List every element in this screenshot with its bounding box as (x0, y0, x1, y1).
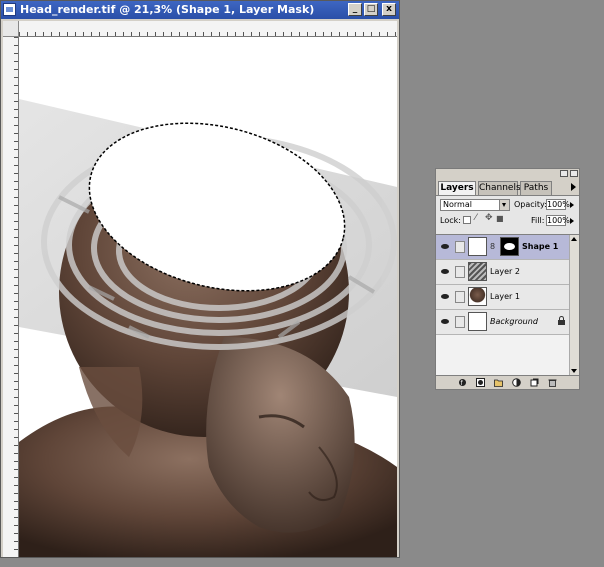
layer-name: Layer 1 (490, 292, 520, 301)
vertical-ruler[interactable] (3, 37, 19, 557)
add-mask-icon[interactable] (476, 378, 485, 387)
fill-label: Fill: (531, 216, 545, 225)
layer-name: Shape 1 (522, 242, 559, 251)
layer-thumbnail (468, 312, 487, 331)
blend-mode-select[interactable]: Normal (440, 199, 510, 211)
layer-mask-thumbnail[interactable] (500, 237, 519, 256)
layer-row-shape-1[interactable]: 8 Shape 1 (436, 235, 569, 260)
layer-row-background[interactable]: Background (436, 310, 569, 335)
minimize-button[interactable]: _ (348, 3, 362, 16)
palette-bottom-bar: f (436, 375, 579, 389)
tab-layers[interactable]: Layers (438, 181, 476, 196)
eye-icon[interactable] (439, 241, 451, 253)
layer-name: Layer 2 (490, 267, 520, 276)
new-set-icon[interactable] (494, 378, 503, 387)
chain-link-icon[interactable]: 8 (490, 242, 495, 251)
image-canvas[interactable] (19, 37, 397, 557)
new-layer-icon[interactable] (530, 378, 539, 387)
horizontal-ruler[interactable] (19, 21, 397, 37)
tab-channels[interactable]: Channels (478, 181, 521, 195)
ruler-origin[interactable] (3, 21, 19, 37)
document-title: Head_render.tif @ 21,3% (Shape 1, Layer … (20, 3, 315, 16)
lock-icon (558, 316, 565, 325)
document-titlebar[interactable]: Head_render.tif @ 21,3% (Shape 1, Layer … (1, 1, 399, 19)
palette-tabs: Layers Channels Paths (438, 181, 577, 196)
document-window: Head_render.tif @ 21,3% (Shape 1, Layer … (0, 0, 400, 558)
scroll-down-icon[interactable] (571, 369, 577, 373)
palette-titlebar[interactable] (436, 169, 579, 179)
opacity-label: Opacity: (514, 200, 547, 209)
layer-row-layer-1[interactable]: Layer 1 (436, 285, 569, 310)
blend-mode-value: Normal (443, 200, 472, 209)
palette-close-button[interactable] (570, 170, 578, 177)
layers-palette: Layers Channels Paths Normal Opacity: 10… (435, 168, 580, 390)
scroll-up-icon[interactable] (571, 237, 577, 241)
layer-name: Background (490, 317, 538, 326)
layer-link-box[interactable] (455, 266, 465, 278)
close-button[interactable]: x (382, 3, 396, 16)
brush-icon[interactable]: ⁄ (475, 213, 477, 223)
layer-thumbnail (468, 287, 487, 306)
photoshop-document-icon (3, 3, 16, 16)
artwork (19, 99, 397, 557)
eye-icon[interactable] (439, 291, 451, 303)
palette-minimize-button[interactable] (560, 170, 568, 177)
eye-icon[interactable] (439, 316, 451, 328)
layer-thumbnail (468, 237, 487, 256)
fill-slider-arrow-icon[interactable] (570, 218, 574, 224)
layer-link-box[interactable] (455, 316, 465, 328)
palette-menu-arrow-icon[interactable] (571, 183, 576, 191)
maximize-button[interactable]: □ (364, 3, 378, 16)
layer-link-box[interactable] (455, 241, 465, 253)
layer-style-icon[interactable]: f (458, 378, 467, 387)
layer-list: 8 Shape 1 Layer 2 Layer 1 Background (436, 235, 569, 375)
layer-options: Normal Opacity: 100% Lock: ⁄ ✥ ■ Fill: 1… (436, 195, 579, 235)
lock-transparency-checkbox[interactable] (463, 216, 471, 224)
layer-thumbnail (468, 262, 487, 281)
lock-label: Lock: (440, 216, 461, 225)
chevron-down-icon[interactable] (499, 200, 509, 210)
lock-all-icon[interactable]: ■ (496, 214, 504, 223)
fill-field[interactable]: 100% (546, 215, 570, 226)
trash-icon[interactable] (548, 378, 557, 387)
layer-link-box[interactable] (455, 291, 465, 303)
eye-icon[interactable] (439, 266, 451, 278)
tab-paths[interactable]: Paths (520, 181, 552, 195)
adjustment-layer-icon[interactable] (512, 378, 521, 387)
layer-row-layer-2[interactable]: Layer 2 (436, 260, 569, 285)
opacity-field[interactable]: 100% (546, 199, 570, 210)
move-icon[interactable]: ✥ (485, 213, 493, 223)
opacity-slider-arrow-icon[interactable] (570, 202, 574, 208)
layer-list-scrollbar[interactable] (569, 235, 579, 375)
